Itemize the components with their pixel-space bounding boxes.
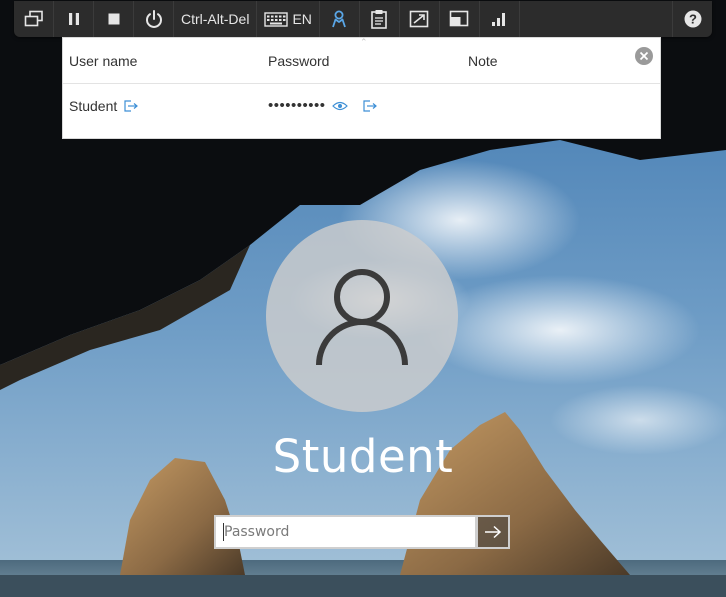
connection-quality-button[interactable] bbox=[480, 1, 520, 37]
eye-icon bbox=[331, 101, 348, 110]
user-silhouette-icon bbox=[316, 269, 408, 366]
fullscreen-icon bbox=[410, 10, 429, 28]
password-input[interactable] bbox=[214, 515, 477, 549]
keyboard-icon bbox=[264, 11, 289, 27]
windows-button[interactable] bbox=[14, 1, 54, 37]
arrow-right-icon bbox=[485, 525, 502, 539]
credential-password-cell: •••••••••• bbox=[268, 83, 378, 128]
credential-password-mask: •••••••••• bbox=[268, 97, 326, 114]
insert-password-icon bbox=[362, 99, 377, 112]
help-icon: ? bbox=[684, 10, 701, 28]
keyboard-lang-label: EN bbox=[292, 11, 312, 27]
power-icon bbox=[145, 10, 162, 28]
text-caret bbox=[223, 523, 224, 541]
signal-bars-icon bbox=[492, 13, 506, 26]
show-password-button[interactable] bbox=[331, 100, 348, 112]
submit-button[interactable] bbox=[476, 515, 510, 549]
header-username: User name bbox=[69, 52, 138, 69]
close-icon bbox=[639, 51, 649, 61]
windows-icon bbox=[24, 10, 43, 27]
display-icon bbox=[450, 10, 469, 27]
credential-username-cell: Student bbox=[69, 83, 139, 128]
pause-icon bbox=[68, 13, 79, 25]
clipboard-button[interactable] bbox=[360, 1, 400, 37]
credentials-header-row: User name Password Note bbox=[63, 38, 660, 84]
keyboard-layout-button[interactable]: EN bbox=[257, 1, 320, 37]
insert-username-icon bbox=[124, 99, 139, 112]
stop-icon bbox=[108, 13, 119, 25]
stop-button[interactable] bbox=[94, 1, 134, 37]
credentials-panel: ⌃ User name Password Note Student ••••••… bbox=[62, 37, 661, 139]
credential-row: Student •••••••••• bbox=[63, 83, 660, 128]
insert-username-button[interactable] bbox=[123, 99, 139, 113]
credentials-button[interactable] bbox=[320, 1, 360, 37]
pause-button[interactable] bbox=[54, 1, 94, 37]
user-avatar bbox=[266, 220, 458, 412]
credential-username: Student bbox=[69, 97, 118, 114]
ctrl-alt-del-label: Ctrl-Alt-Del bbox=[181, 11, 250, 27]
remote-session-toolbar: Ctrl-Alt-Del EN ? bbox=[14, 1, 712, 37]
header-password: Password bbox=[268, 52, 330, 69]
fullscreen-button[interactable] bbox=[400, 1, 440, 37]
ctrl-alt-del-button[interactable]: Ctrl-Alt-Del bbox=[174, 1, 258, 37]
power-button[interactable] bbox=[134, 1, 174, 37]
credentials-icon bbox=[332, 10, 347, 28]
clipboard-icon bbox=[371, 10, 388, 29]
login-username: Student bbox=[272, 430, 454, 483]
header-note: Note bbox=[468, 52, 498, 69]
close-panel-button[interactable] bbox=[635, 47, 653, 65]
display-button[interactable] bbox=[440, 1, 480, 37]
svg-text:?: ? bbox=[689, 12, 697, 27]
insert-password-button[interactable] bbox=[362, 99, 378, 113]
help-button[interactable]: ? bbox=[672, 1, 712, 37]
